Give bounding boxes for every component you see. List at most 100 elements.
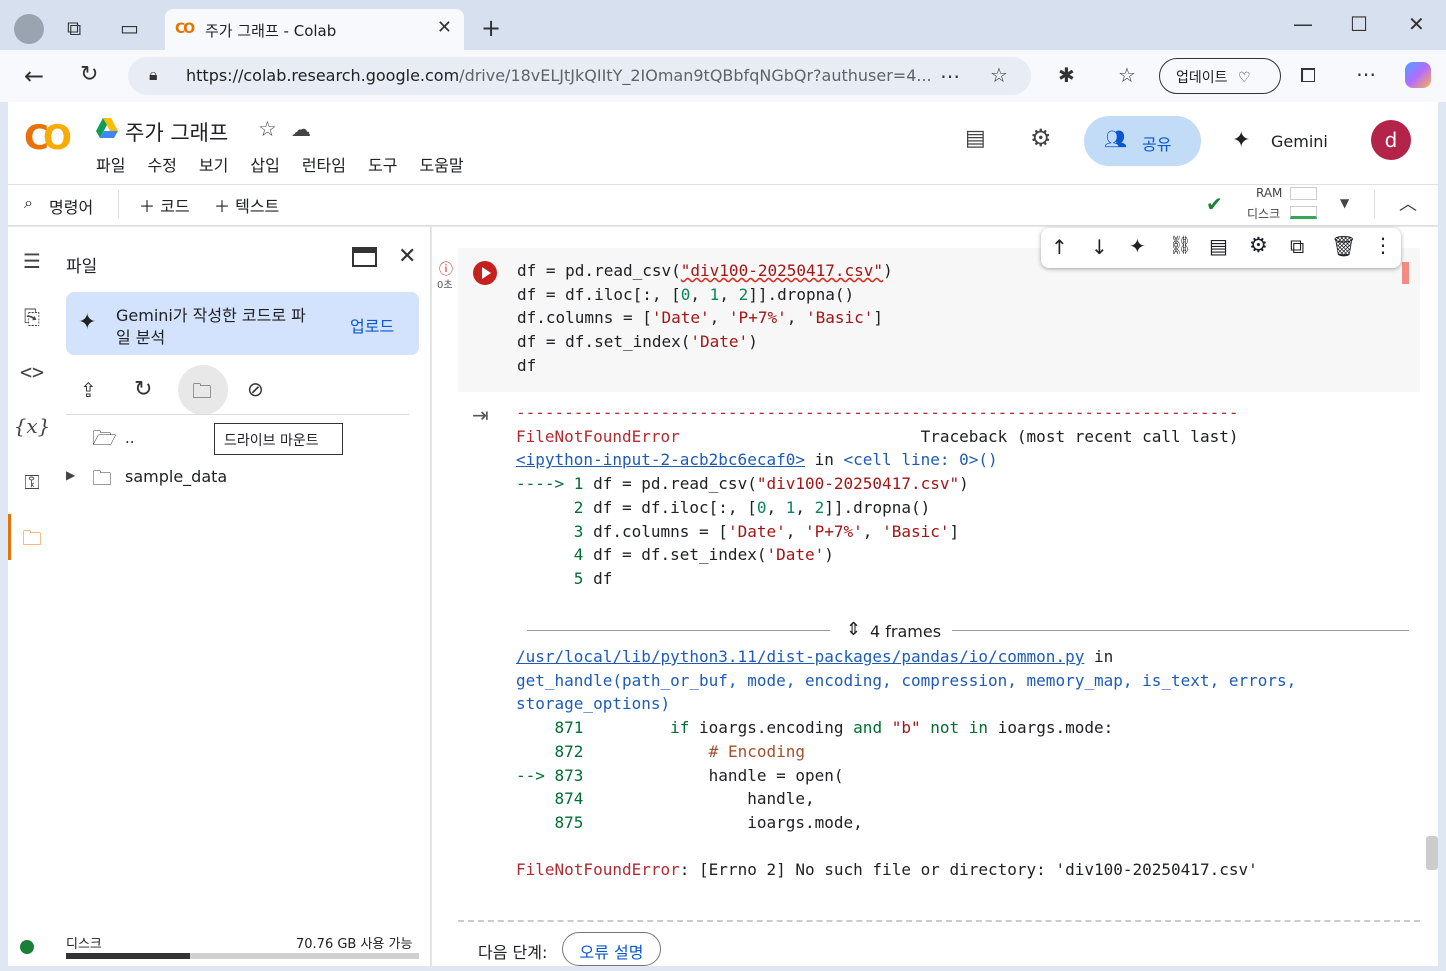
refresh-icon[interactable]: ↻: [134, 377, 152, 402]
menu-runtime[interactable]: 런타임: [302, 152, 346, 176]
comment-icon[interactable]: ▤: [1209, 234, 1228, 258]
mirror-cell-icon[interactable]: ⧉: [1290, 234, 1304, 258]
menu-insert[interactable]: 삽입: [250, 152, 279, 176]
favorites-icon[interactable]: ☆: [1118, 63, 1136, 87]
next-step-label: 다음 단계:: [478, 943, 548, 962]
run-cell-button[interactable]: [473, 261, 497, 285]
expand-caret-icon[interactable]: ▶: [66, 468, 75, 482]
more-options-icon[interactable]: ⋯: [940, 64, 960, 88]
tab-actions-icon[interactable]: ▭: [120, 16, 139, 40]
menu-file[interactable]: 파일: [96, 152, 125, 176]
code-line-3: df.columns = ['Date', 'P+7%', 'Basic']: [517, 308, 884, 328]
ram-meter[interactable]: [1290, 187, 1317, 200]
back-icon[interactable]: ←: [24, 62, 44, 90]
window-close-icon[interactable]: ✕: [1408, 12, 1425, 36]
share-label: 공유: [1142, 135, 1172, 154]
lock-icon[interactable]: 🔒︎: [149, 65, 158, 85]
tab-title: 주가 그래프 - Colab: [205, 22, 337, 40]
code-line-2: df = df.iloc[:, [0, 1, 2]].dropna(): [517, 284, 855, 304]
hide-files-icon[interactable]: ⊘: [247, 377, 264, 401]
avatar[interactable]: d: [1371, 120, 1411, 160]
parent-folder-icon: 🗁︎: [92, 426, 117, 450]
open-in-tab-icon[interactable]: [352, 247, 377, 267]
left-rail: [8, 227, 56, 966]
delete-icon[interactable]: 🗑︎: [1331, 234, 1356, 258]
gemini-sparkle-icon[interactable]: ✦: [1232, 128, 1250, 153]
extensions-icon[interactable]: ✱: [1058, 63, 1075, 87]
cell-marker: [1402, 262, 1409, 284]
new-tab-icon[interactable]: +: [481, 14, 501, 42]
gemini-cell-icon[interactable]: ✦: [1129, 234, 1146, 258]
upload-link[interactable]: 업로드: [350, 313, 394, 337]
folder-icon: 🗀︎: [92, 466, 112, 490]
disk-meter[interactable]: [1290, 206, 1317, 219]
drive-folder-icon: 🗀︎: [192, 379, 212, 403]
toolbar-divider: [118, 190, 119, 218]
disk-label: 디스크: [66, 937, 102, 952]
menu-edit[interactable]: 수정: [147, 152, 176, 176]
star-icon[interactable]: ☆: [258, 117, 277, 141]
reload-icon[interactable]: ↻: [80, 62, 98, 87]
maximize-icon[interactable]: ☐: [1350, 12, 1368, 36]
frames-toggle[interactable]: ⇕ 4 frames: [830, 619, 952, 643]
add-code-button[interactable]: ＋ 코드: [139, 193, 190, 217]
traceback-output: ----------------------------------------…: [516, 403, 1239, 588]
collapse-header-icon[interactable]: ︿: [1399, 190, 1417, 216]
collections-icon[interactable]: ⧉: [67, 16, 81, 40]
move-down-icon[interactable]: ↓: [1091, 235, 1108, 259]
menu-tools[interactable]: 도구: [368, 152, 397, 176]
connected-check-icon[interactable]: ✔: [1206, 192, 1223, 216]
toc-icon[interactable]: ☰: [8, 249, 56, 273]
variables-icon[interactable]: {x}: [8, 414, 56, 438]
files-folder-icon[interactable]: 🗀︎: [8, 524, 56, 558]
files-panel-title: 파일: [66, 257, 98, 277]
favorite-star-icon[interactable]: ☆: [990, 63, 1008, 87]
more-vert-icon[interactable]: ⋮: [1373, 233, 1393, 257]
screenshot-icon[interactable]: ⧠: [1300, 63, 1316, 87]
close-panel-icon[interactable]: ✕: [398, 244, 416, 269]
url-text: https://colab.research.google.com/drive/…: [186, 66, 932, 85]
menu-view[interactable]: 보기: [199, 152, 228, 176]
output-actions-icon[interactable]: ⇥: [472, 403, 489, 427]
code-line-1: df = pd.read_csv("div100-20250417.csv"): [517, 261, 893, 280]
gemini-analyze-card[interactable]: ✦ Gemini가 작성한 코드로 파 일 분석 업로드: [66, 292, 419, 355]
scrollbar-thumb[interactable]: [1426, 836, 1438, 870]
cell-code[interactable]: df = pd.read_csv("div100-20250417.csv") …: [517, 259, 893, 378]
browser-tab[interactable]: CO 주가 그래프 - Colab ✕: [165, 9, 464, 50]
code-snippets-icon[interactable]: <>: [8, 360, 56, 384]
settings-gear-icon[interactable]: ⚙: [1030, 124, 1052, 152]
add-text-button[interactable]: ＋ 텍스트: [214, 193, 279, 217]
add-code-label: 코드: [160, 197, 190, 216]
explain-error-button[interactable]: 오류 설명: [562, 932, 661, 966]
cell-settings-icon[interactable]: ⚙: [1249, 233, 1268, 257]
upload-file-icon[interactable]: ⇪: [80, 378, 97, 402]
people-icon: 👥︎: [1104, 129, 1127, 150]
tooltip: 드라이브 마운트: [214, 423, 343, 455]
parent-dir[interactable]: ..: [125, 429, 135, 447]
find-icon[interactable]: ⎘: [8, 305, 56, 329]
settings-more-icon[interactable]: ⋯: [1356, 62, 1376, 86]
share-button[interactable]: 👥︎ 공유: [1084, 116, 1201, 166]
disk-usage-fill: [66, 953, 190, 959]
menu-help[interactable]: 도움말: [419, 152, 463, 176]
minimize-icon[interactable]: —: [1293, 12, 1313, 36]
colab-logo[interactable]: CO: [24, 118, 72, 158]
tab-close-icon[interactable]: ✕: [437, 17, 452, 38]
frames-divider: [527, 630, 1409, 631]
move-up-icon[interactable]: ↑: [1051, 235, 1068, 259]
folder-sample-data[interactable]: sample_data: [125, 467, 227, 486]
notebook-title[interactable]: 주가 그래프: [125, 117, 228, 147]
link-icon[interactable]: ⛓: [1169, 235, 1192, 256]
next-step-bar: 다음 단계: 오류 설명: [458, 920, 1420, 966]
comments-icon[interactable]: ▤: [965, 126, 986, 151]
gemini-button[interactable]: Gemini: [1271, 132, 1328, 151]
cloud-saved-icon[interactable]: ☁: [291, 117, 311, 141]
google-drive-icon[interactable]: [96, 118, 118, 138]
runtime-dropdown-icon[interactable]: ▼: [1340, 196, 1349, 210]
profile-icon[interactable]: [14, 14, 44, 44]
copilot-icon[interactable]: [1405, 62, 1431, 88]
update-button[interactable]: 업데이트 ♡: [1159, 58, 1281, 94]
menu-bar: 파일 수정 보기 삽입 런타임 도구 도움말: [96, 152, 486, 176]
secrets-key-icon[interactable]: ⚿: [8, 470, 56, 494]
command-palette-button[interactable]: 명령어: [49, 194, 93, 218]
